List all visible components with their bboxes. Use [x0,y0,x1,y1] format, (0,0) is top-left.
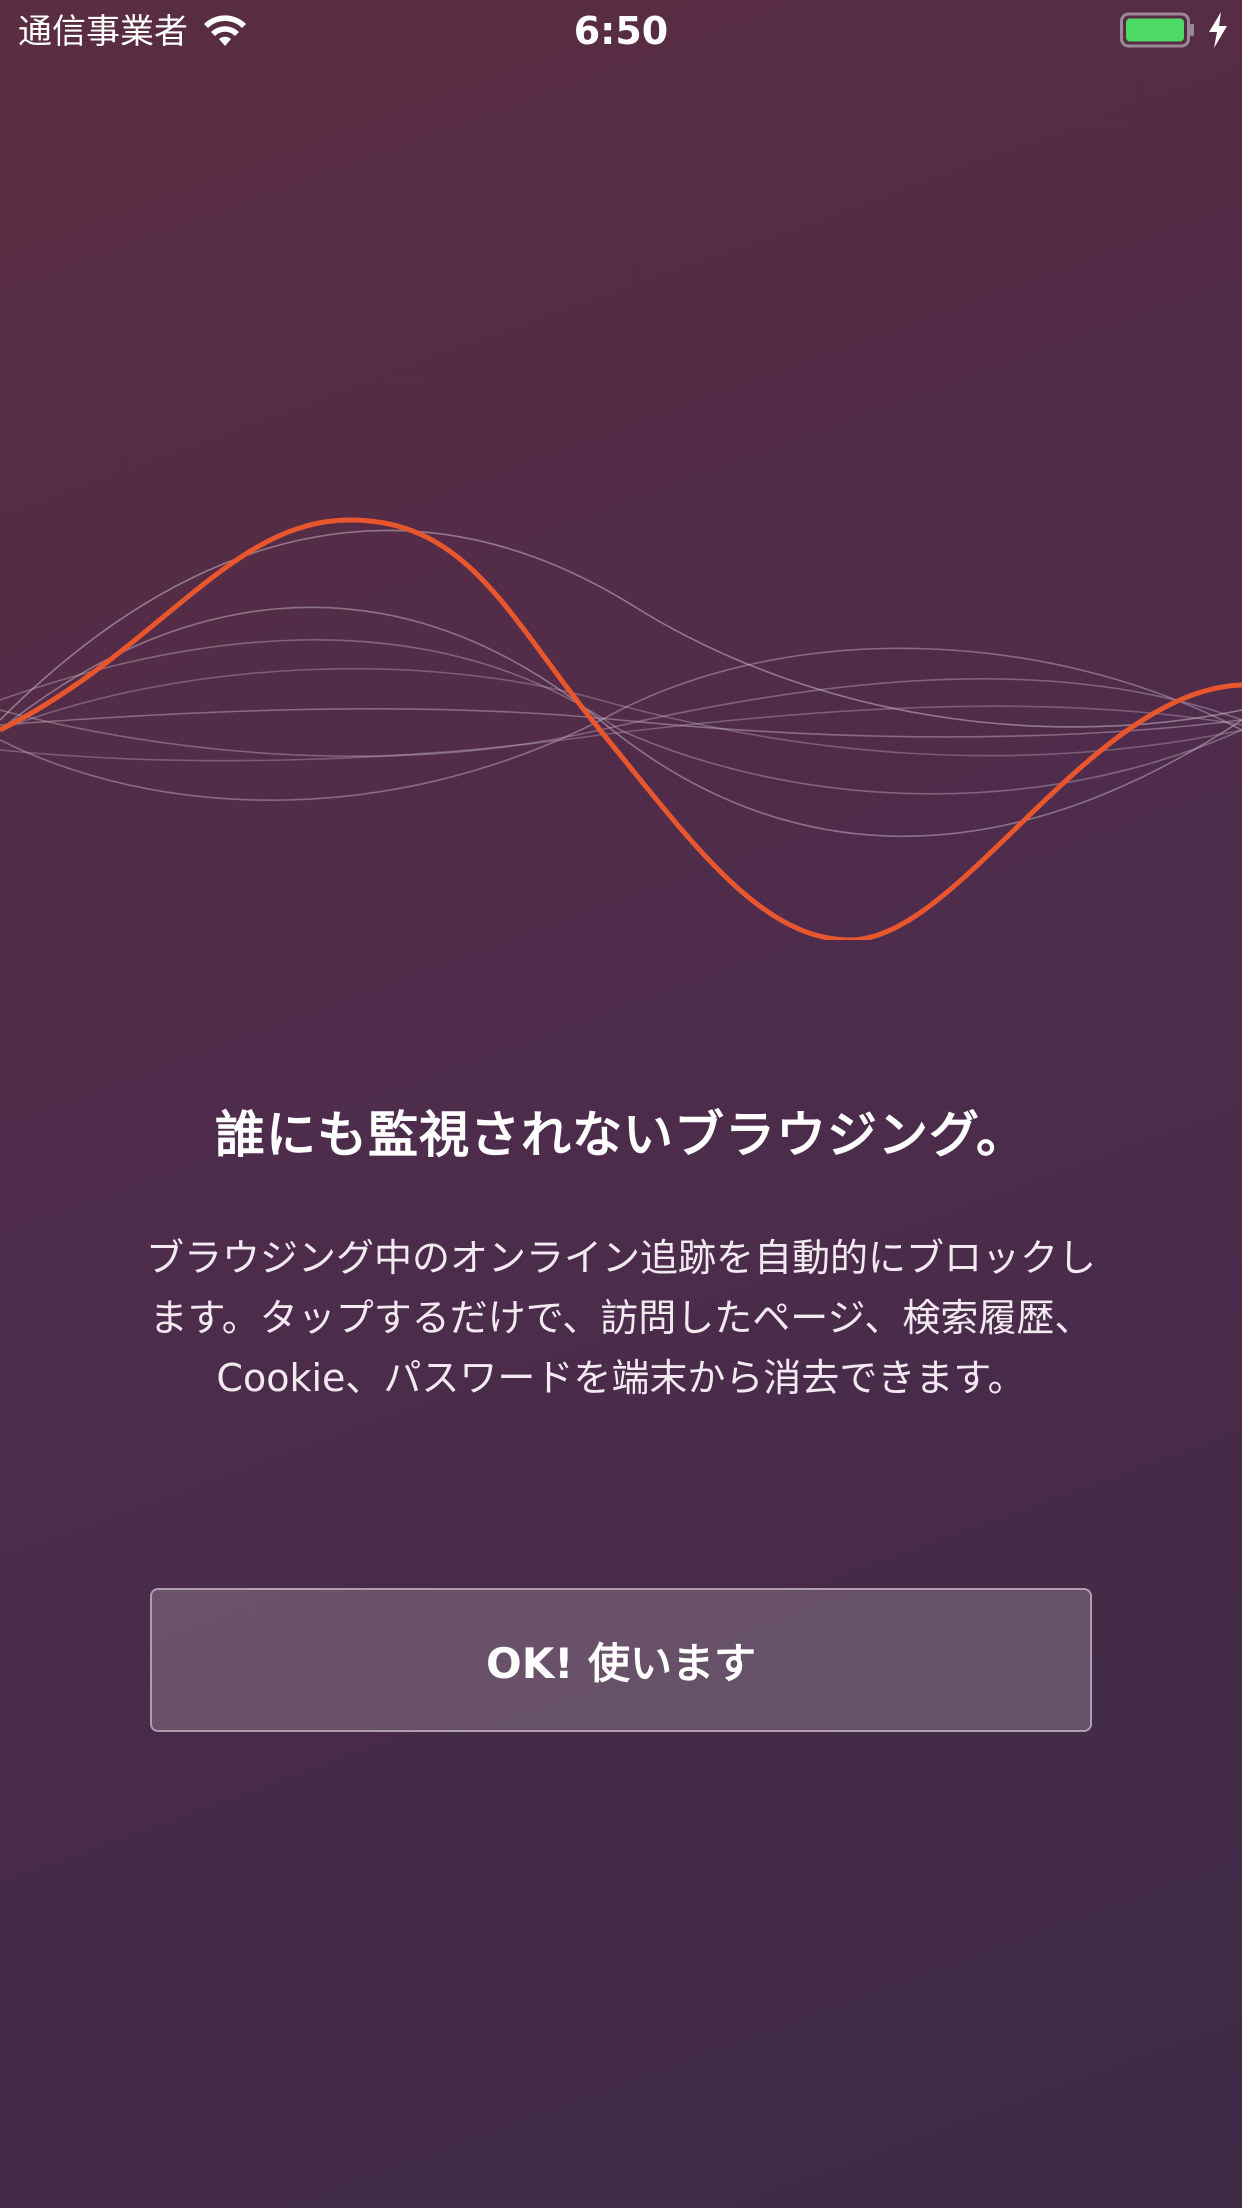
onboarding-headline: 誰にも監視されないブラウジング。 [215,1106,1027,1164]
wave-line [0,647,1242,801]
wave-line [0,677,1242,757]
charging-bolt-icon [1209,12,1227,48]
ok-button[interactable]: OK! 使います [150,1588,1092,1732]
status-time: 6:50 [573,9,669,53]
wave-line [0,529,1242,728]
wave-line [0,606,1242,838]
onboarding-description: ブラウジング中のオンライン追跡を自動的にブロックします。タップするだけで、訪問し… [145,1236,1096,1400]
battery-icon [1120,12,1194,48]
ok-button-label: OK! 使います [485,1638,757,1688]
status-bar: 通信事業者 6:50 [0,0,1242,64]
sound-wave-illustration [0,517,1242,940]
wave-line [0,639,1242,795]
